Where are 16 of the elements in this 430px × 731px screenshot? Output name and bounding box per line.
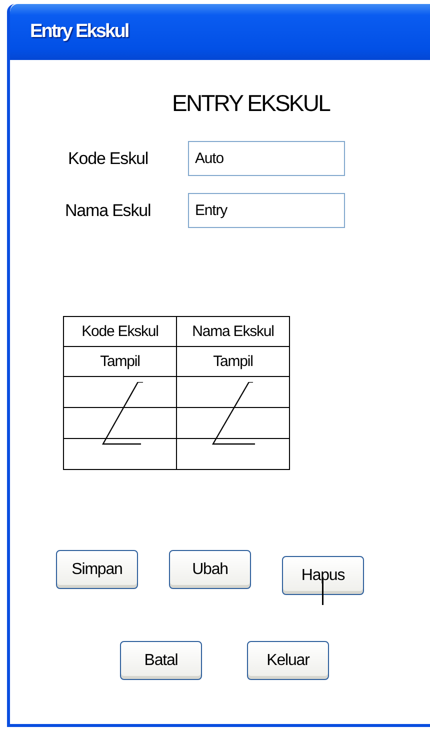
action-button[interactable]: Hapus bbox=[282, 556, 364, 595]
action-button[interactable]: Batal bbox=[120, 641, 202, 680]
field-label: Nama Eskul bbox=[64, 200, 152, 220]
input-field[interactable]: Entry bbox=[188, 193, 345, 228]
action-button[interactable]: Simpan bbox=[56, 550, 138, 589]
table-cell[interactable]: Tampil bbox=[176, 346, 290, 376]
table-cell[interactable]: Tampil bbox=[64, 346, 176, 376]
input-field[interactable]: Auto bbox=[188, 141, 345, 176]
action-button[interactable]: Keluar bbox=[247, 641, 329, 680]
field-label: Kode Eskul bbox=[67, 148, 149, 168]
column-header: Nama Ekskul bbox=[176, 316, 290, 346]
action-button[interactable]: Ubah bbox=[169, 550, 251, 589]
window-title: Entry Ekskul bbox=[30, 21, 128, 43]
form-heading: ENTRY EKSKUL bbox=[172, 90, 331, 117]
text-cursor-icon bbox=[322, 577, 324, 605]
column-header: Kode Ekskul bbox=[64, 316, 176, 346]
